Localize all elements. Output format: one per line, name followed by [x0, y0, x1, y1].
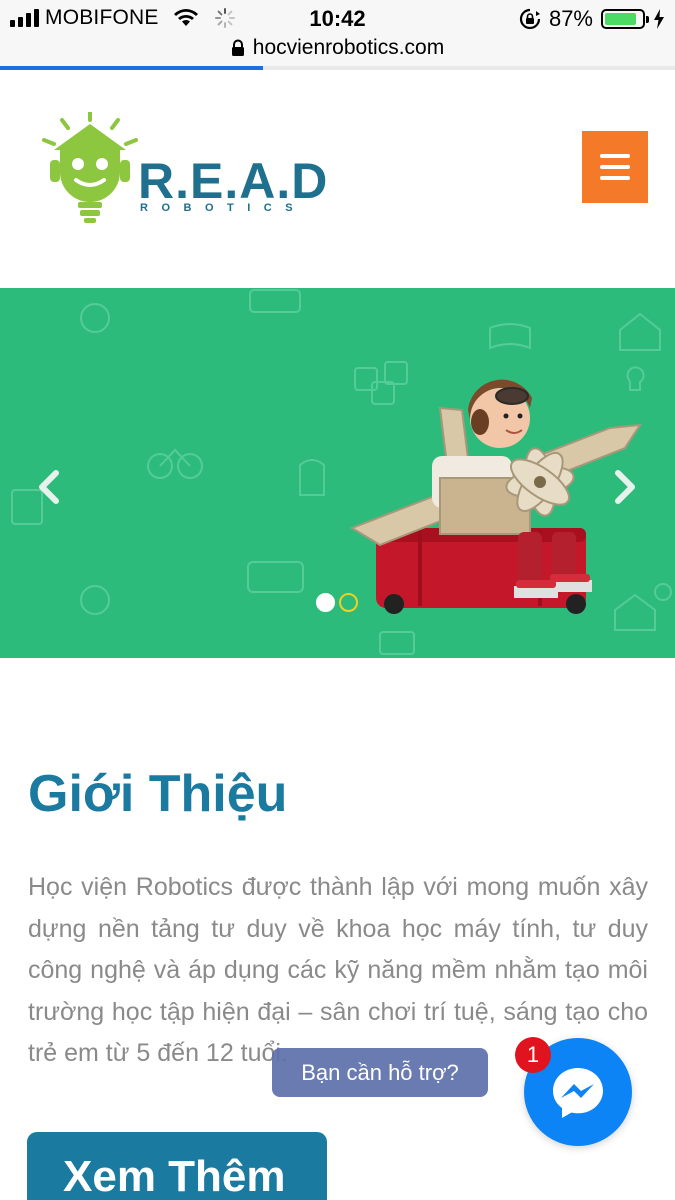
chevron-right-icon[interactable] — [604, 467, 644, 507]
lock-icon — [231, 39, 244, 56]
url-text: hocvienrobotics.com — [252, 36, 445, 59]
hamburger-icon — [600, 154, 630, 158]
chevron-left-icon[interactable] — [30, 467, 70, 507]
read-robotics-logo[interactable]: R.E.A.D ROBOTICS — [40, 112, 327, 227]
slider-dot-1[interactable] — [316, 593, 335, 612]
hamburger-menu-button[interactable] — [582, 131, 648, 203]
battery-icon — [601, 9, 649, 29]
battery-percent: 87% — [548, 6, 593, 31]
status-bar: MOBIFONE 10:42 87% — [0, 0, 675, 36]
battery-fill — [605, 13, 637, 25]
address-content: hocvienrobotics.com — [231, 36, 444, 60]
slider-pagination — [316, 593, 358, 612]
logo-subtext: ROBOTICS — [140, 202, 307, 214]
rotation-lock-icon — [519, 8, 541, 30]
charging-bolt-icon — [654, 9, 664, 29]
hamburger-icon — [600, 165, 630, 169]
read-more-button[interactable]: Xem Thêm — [27, 1132, 327, 1200]
status-right: 87% — [519, 6, 665, 32]
robot-head-logo-icon — [42, 112, 138, 223]
intro-title: Giới Thiệu — [28, 765, 288, 823]
chat-support-prompt[interactable]: Bạn cần hỗ trợ? — [272, 1048, 488, 1097]
site-header: R.E.A.D ROBOTICS — [0, 70, 675, 270]
address-bar[interactable]: hocvienrobotics.com — [0, 36, 675, 66]
messenger-icon — [553, 1068, 603, 1118]
hamburger-icon — [600, 176, 630, 180]
page: MOBIFONE 10:42 87% hocvienrobotics.com R… — [0, 0, 675, 1200]
slider-dot-2[interactable] — [339, 593, 358, 612]
hero-slider[interactable] — [0, 270, 675, 658]
notification-badge: 1 — [515, 1037, 551, 1073]
